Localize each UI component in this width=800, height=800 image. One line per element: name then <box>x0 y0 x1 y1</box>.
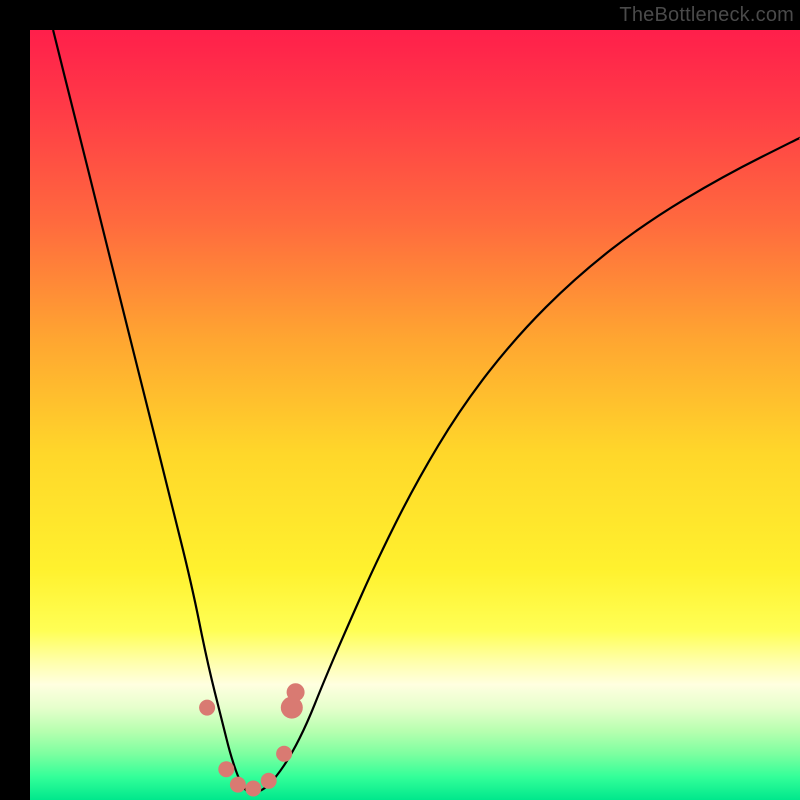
data-marker <box>287 683 305 701</box>
gradient-background <box>30 30 800 800</box>
data-marker <box>230 777 246 793</box>
data-marker <box>199 700 215 716</box>
bottleneck-chart <box>0 0 800 800</box>
data-marker <box>276 746 292 762</box>
data-marker <box>261 773 277 789</box>
chart-frame: TheBottleneck.com <box>0 0 800 800</box>
watermark-text: TheBottleneck.com <box>619 4 794 27</box>
data-marker <box>245 781 261 797</box>
data-marker <box>218 761 234 777</box>
